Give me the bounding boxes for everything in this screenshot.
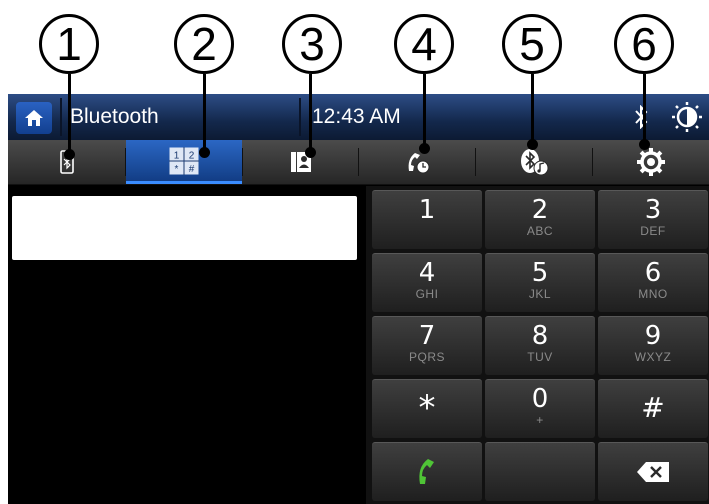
keypad: 1 2 ABC 3 DEF 4 GHI 5 JKL 6 MNO 7 PQRS 8 TUV 9W…: [366, 186, 709, 504]
callout-6-leader: [639, 74, 650, 150]
tab-dial-pad[interactable]: 1 2 * #: [126, 140, 242, 184]
call-button[interactable]: [372, 442, 482, 501]
gear-icon: [637, 148, 665, 176]
key-4[interactable]: 4 GHI: [372, 253, 482, 312]
callout-1-leader: [64, 74, 75, 160]
callout-4-leader: [419, 74, 430, 154]
callout-4: 4: [394, 14, 454, 74]
tab-contacts[interactable]: [243, 140, 358, 184]
header-divider: [299, 98, 301, 136]
blank-key: [485, 442, 595, 501]
callout-3: 3: [282, 14, 342, 74]
clock: 12:43 AM: [312, 105, 401, 128]
key-3[interactable]: 3 DEF: [598, 190, 708, 249]
call-icon: [419, 459, 434, 484]
home-icon: [25, 110, 43, 126]
backspace-icon: [637, 462, 669, 482]
callout-5: 5: [502, 14, 562, 74]
key-1[interactable]: 1: [372, 190, 482, 249]
home-button[interactable]: [16, 102, 52, 134]
bluetooth-dial-screen: Bluetooth 12:43 AM 1 2 * # 1 2 ABC 3 DEF…: [8, 94, 709, 504]
keypad-icon: 1 2 * #: [169, 146, 199, 175]
key-0[interactable]: 0 +: [485, 379, 595, 438]
tab-bar: 1 2 * #: [8, 140, 709, 185]
svg-text:2: 2: [189, 150, 195, 161]
key-star[interactable]: *: [372, 379, 482, 438]
svg-text:*: *: [175, 164, 179, 175]
status-bar: Bluetooth 12:43 AM: [8, 94, 709, 140]
backspace-button[interactable]: [598, 442, 708, 501]
callout-3-leader: [305, 74, 316, 158]
key-9[interactable]: 9 WXYZ: [598, 316, 708, 375]
callout-1: 1: [39, 14, 99, 74]
key-7[interactable]: 7 PQRS: [372, 316, 482, 375]
callout-2: 2: [174, 14, 234, 74]
key-5[interactable]: 5 JKL: [485, 253, 595, 312]
key-2[interactable]: 2 ABC: [485, 190, 595, 249]
tab-bluetooth-phone[interactable]: [8, 140, 125, 184]
dialed-number-field[interactable]: [12, 196, 357, 260]
key-8[interactable]: 8 TUV: [485, 316, 595, 375]
key-6[interactable]: 6 MNO: [598, 253, 708, 312]
svg-text:#: #: [189, 164, 195, 175]
key-hash[interactable]: #: [598, 379, 708, 438]
tab-settings[interactable]: [593, 140, 709, 184]
svg-text:1: 1: [174, 150, 180, 161]
brightness-icon[interactable]: [672, 102, 702, 132]
tab-call-history[interactable]: [359, 140, 475, 184]
callout-6: 6: [614, 14, 674, 74]
callout-5-leader: [527, 74, 538, 150]
page-title: Bluetooth: [70, 105, 159, 128]
header-divider: [60, 98, 62, 136]
callout-2-leader: [199, 74, 210, 158]
bluetooth-music-icon: [521, 149, 549, 176]
